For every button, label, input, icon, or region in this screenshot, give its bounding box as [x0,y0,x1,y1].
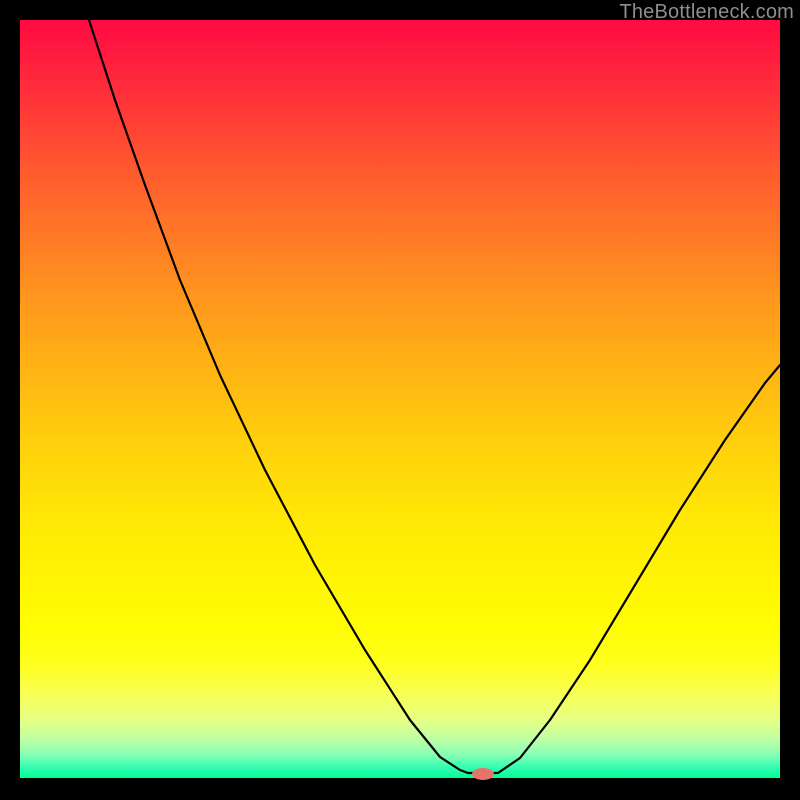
plot-area [20,20,780,778]
watermark-text: TheBottleneck.com [619,1,794,24]
optimal-marker [472,768,494,780]
chart-svg [20,20,780,778]
bottleneck-curve [89,20,780,773]
chart-frame: TheBottleneck.com [0,0,800,800]
